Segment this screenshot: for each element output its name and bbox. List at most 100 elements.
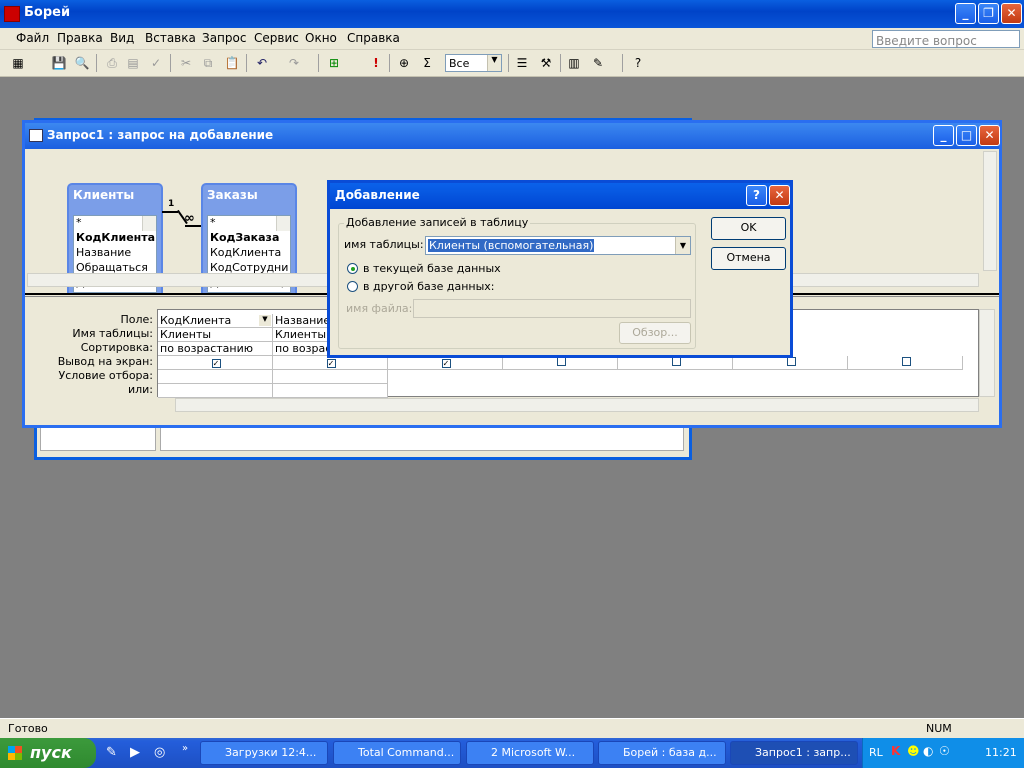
print-icon[interactable]: ⎙	[104, 55, 120, 71]
query-window-title-bar[interactable]: Запрос1 : запрос на добавление _ □ ✕	[25, 123, 1000, 149]
table-title: Заказы	[207, 188, 258, 202]
database-window-icon[interactable]: ▥	[566, 55, 582, 71]
restore-button[interactable]: ❐	[978, 3, 999, 24]
grid-cell-table[interactable]: Клиенты	[158, 328, 273, 342]
sound-icon[interactable]: ◐	[923, 744, 933, 758]
field-item[interactable]: Название	[74, 246, 156, 261]
query-maximize-button[interactable]: □	[956, 125, 977, 146]
grid-cell-criteria[interactable]	[273, 370, 388, 384]
show-table-icon[interactable]: ⊕	[396, 55, 412, 71]
cancel-button[interactable]: Отмена	[711, 247, 786, 270]
field-item[interactable]: КодКлиента	[208, 246, 290, 261]
grid-cell-show[interactable]	[848, 356, 963, 370]
grid-cell-show[interactable]: ✓	[273, 356, 388, 370]
grid-cell-or[interactable]	[273, 384, 388, 398]
grid-cell-or[interactable]	[158, 384, 273, 398]
dialog-title-bar[interactable]: Добавление ? ✕	[330, 183, 790, 209]
grid-cell-show[interactable]: ✓	[388, 356, 503, 370]
menu-window[interactable]: Окно	[305, 31, 337, 45]
network-icon[interactable]: ☉	[939, 744, 950, 758]
browse-button[interactable]: Обзор...	[619, 322, 691, 344]
table-pane-vscroll[interactable]	[983, 151, 997, 271]
show-checkbox[interactable]	[556, 357, 566, 366]
task-word[interactable]: 2 Microsoft W...	[466, 741, 594, 765]
table-name-select[interactable]: Клиенты (вспомогательная) ▼	[425, 236, 691, 255]
menu-file[interactable]: Файл	[16, 31, 49, 45]
copy-icon[interactable]: ⧉	[200, 55, 216, 71]
grid-hscroll[interactable]	[175, 398, 979, 412]
top-values-select[interactable]: Все ▼	[445, 54, 502, 72]
show-checkbox[interactable]: ✓	[326, 359, 336, 368]
ok-button[interactable]: OK	[711, 217, 786, 240]
start-button[interactable]: пуск	[0, 738, 96, 768]
field-list-scrollbar[interactable]	[142, 216, 156, 231]
menu-edit[interactable]: Правка	[57, 31, 103, 45]
browser-icon[interactable]: ◎	[154, 745, 165, 760]
menu-view[interactable]: Вид	[110, 31, 134, 45]
chevron-down-icon[interactable]: ▼	[259, 315, 271, 326]
totals-icon[interactable]: Σ	[419, 55, 435, 71]
menu-query[interactable]: Запрос	[202, 31, 246, 45]
language-indicator[interactable]: RL	[869, 746, 883, 759]
properties-icon[interactable]: ☰	[514, 55, 530, 71]
grid-vscroll[interactable]	[979, 309, 995, 397]
task-borey-db[interactable]: Борей : база д...	[598, 741, 726, 765]
show-checkbox[interactable]	[901, 357, 911, 366]
current-db-radio[interactable]	[347, 263, 358, 274]
menu-tools[interactable]: Сервис	[254, 31, 299, 45]
task-total-commander[interactable]: Total Command...	[333, 741, 461, 765]
grid-cell-field[interactable]: КодКлиента ▼	[158, 314, 273, 328]
menu-help[interactable]: Справка	[347, 31, 400, 45]
search-icon[interactable]: 🔍	[74, 55, 90, 71]
dialog-close-button[interactable]: ✕	[769, 185, 790, 206]
media-player-icon[interactable]: ▶	[130, 745, 140, 760]
ask-question-input[interactable]: Введите вопрос	[872, 30, 1020, 48]
show-checkbox[interactable]: ✓	[441, 359, 451, 368]
app-title: Борей	[24, 5, 71, 20]
task-query1[interactable]: Запрос1 : запр...	[730, 741, 858, 765]
app-title-bar[interactable]: Борей _ ❐ ✕	[0, 0, 1024, 28]
redo-icon[interactable]: ↷	[286, 55, 302, 71]
quicklaunch-icon[interactable]: ✎	[106, 745, 117, 760]
paste-icon[interactable]: 📋	[224, 55, 240, 71]
show-checkbox[interactable]	[786, 357, 796, 366]
close-button[interactable]: ✕	[1001, 3, 1022, 24]
run-icon[interactable]: !	[368, 55, 384, 71]
save-icon[interactable]: 💾	[51, 55, 67, 71]
antivirus-icon[interactable]: K	[891, 744, 900, 758]
query-type-icon[interactable]: ⊞	[326, 55, 342, 71]
grid-cell-sort[interactable]: по возрастанию	[158, 342, 273, 356]
show-checkbox[interactable]	[671, 357, 681, 366]
grid-cell-show[interactable]	[733, 356, 848, 370]
query-minimize-button[interactable]: _	[933, 125, 954, 146]
task-downloads[interactable]: Загрузки 12:4...	[200, 741, 328, 765]
build-icon[interactable]: ⚒	[538, 55, 554, 71]
num-lock-indicator: NUM	[926, 722, 952, 735]
other-db-radio[interactable]	[347, 281, 358, 292]
grid-cell-show[interactable]	[618, 356, 733, 370]
spelling-icon[interactable]: ✓	[148, 55, 164, 71]
grid-cell-show[interactable]: ✓	[158, 356, 273, 370]
current-db-label[interactable]: в текущей базе данных	[363, 262, 501, 275]
append-dialog[interactable]: Добавление ? ✕ Добавление записей в табл…	[327, 180, 793, 358]
field-list-scrollbar[interactable]	[276, 216, 290, 231]
field-item[interactable]: КодЗаказа	[208, 231, 290, 246]
messenger-icon[interactable]: ☻	[907, 744, 920, 758]
query-close-button[interactable]: ✕	[979, 125, 1000, 146]
minimize-button[interactable]: _	[955, 3, 976, 24]
cut-icon[interactable]: ✂	[178, 55, 194, 71]
field-item[interactable]: КодКлиента	[74, 231, 156, 246]
preview-icon[interactable]: ▤	[125, 55, 141, 71]
file-name-input[interactable]	[413, 299, 691, 318]
menu-insert[interactable]: Вставка	[145, 31, 196, 45]
undo-icon[interactable]: ↶	[254, 55, 270, 71]
other-db-label[interactable]: в другой базе данных:	[363, 280, 495, 293]
dialog-help-button[interactable]: ?	[746, 185, 767, 206]
chevron-right-icon[interactable]: »	[182, 743, 188, 754]
show-checkbox[interactable]: ✓	[211, 359, 221, 368]
new-object-icon[interactable]: ✎	[590, 55, 606, 71]
help-icon[interactable]: ?	[630, 55, 646, 71]
grid-cell-show[interactable]	[503, 356, 618, 370]
grid-cell-criteria[interactable]	[158, 370, 273, 384]
view-icon[interactable]: ▦	[10, 55, 26, 71]
